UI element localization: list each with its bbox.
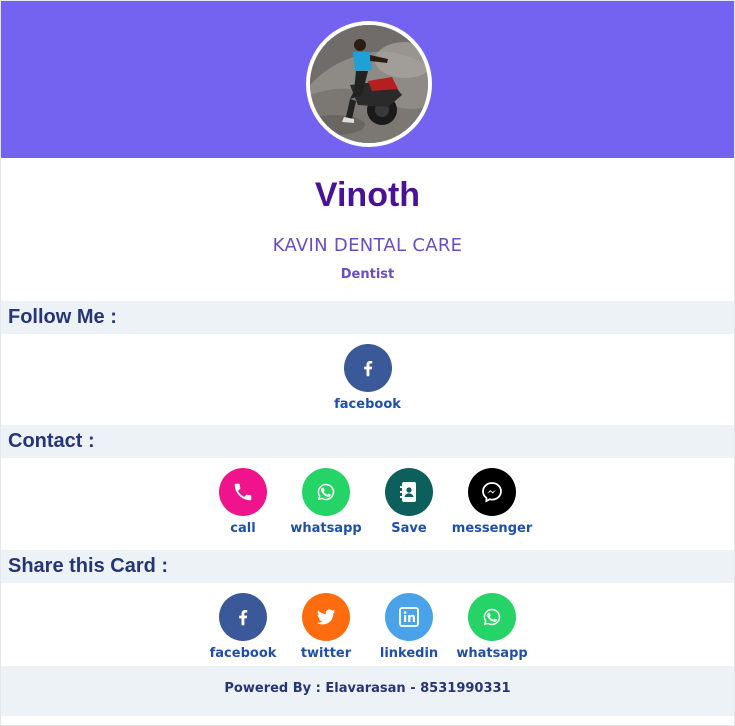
- phone-icon: [219, 468, 267, 516]
- section-title-follow: Follow Me :: [1, 301, 734, 334]
- call-label: call: [230, 521, 256, 536]
- share-twitter-label: twitter: [300, 646, 352, 661]
- messenger-icon: [468, 468, 516, 516]
- card-header: [1, 1, 734, 158]
- section-title-contact: Contact :: [1, 425, 734, 458]
- profile-photo: [310, 25, 428, 143]
- profile-role: Dentist: [340, 267, 395, 282]
- share-linkedin-label: linkedin: [379, 646, 439, 661]
- share-facebook-button[interactable]: facebook: [210, 593, 276, 674]
- footer-credit: Powered By : Elavarasan - 8531990331: [1, 666, 734, 716]
- twitter-icon: [302, 593, 350, 641]
- save-contact-button[interactable]: Save: [385, 468, 433, 550]
- share-linkedin-button[interactable]: linkedin: [380, 593, 438, 674]
- contact-icons: call whatsapp Save messenger: [1, 458, 734, 550]
- facebook-icon: [343, 344, 392, 392]
- whatsapp-icon: [302, 468, 350, 516]
- share-whatsapp-button[interactable]: whatsapp: [456, 593, 528, 674]
- share-facebook-label: facebook: [209, 646, 277, 661]
- share-icons: facebook twitter linkedin whatsapp: [1, 583, 734, 674]
- linkedin-icon: [385, 593, 433, 641]
- whatsapp-icon: [468, 593, 516, 641]
- avatar: [306, 21, 432, 147]
- follow-facebook-label: facebook: [334, 397, 401, 412]
- section-title-share: Share this Card :: [1, 550, 734, 583]
- messenger-button[interactable]: messenger: [452, 468, 532, 550]
- save-label: Save: [391, 521, 427, 536]
- profile-name: Vinoth: [314, 176, 421, 214]
- contact-whatsapp-label: whatsapp: [290, 521, 362, 536]
- contact-whatsapp-button[interactable]: whatsapp: [290, 468, 362, 550]
- facebook-icon: [219, 593, 267, 641]
- share-twitter-button[interactable]: twitter: [300, 593, 352, 674]
- business-card: Vinoth KAVIN DENTAL CARE Dentist Follow …: [0, 0, 735, 726]
- company-name: KAVIN DENTAL CARE: [272, 235, 463, 256]
- call-button[interactable]: call: [219, 468, 267, 550]
- follow-facebook-button[interactable]: facebook: [334, 344, 401, 425]
- share-whatsapp-label: whatsapp: [456, 646, 528, 661]
- messenger-label: messenger: [451, 521, 533, 536]
- follow-icons: facebook: [1, 334, 734, 425]
- contact-book-icon: [385, 468, 433, 516]
